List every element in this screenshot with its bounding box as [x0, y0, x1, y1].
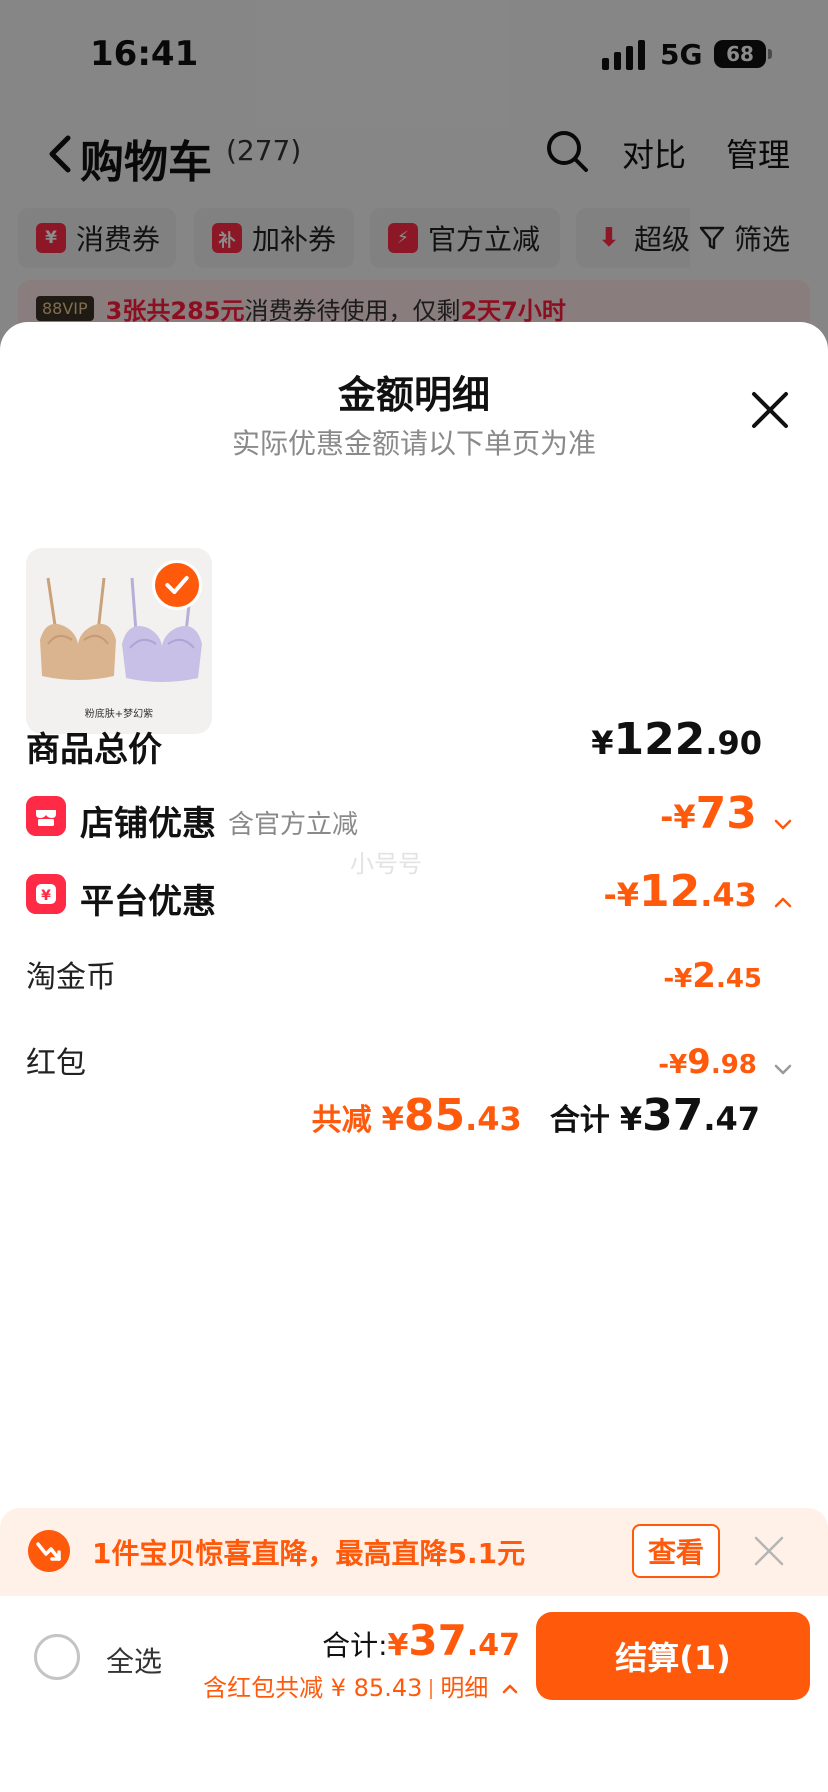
store-icon [26, 796, 66, 836]
total-currency: ¥ [619, 1100, 643, 1138]
store-discount-amount[interactable]: -¥73 [660, 788, 794, 839]
total-price-label: 商品总价 [26, 730, 162, 770]
bottom-total: 合计:¥37.47 [322, 1616, 520, 1665]
selected-check-icon[interactable] [152, 560, 202, 610]
product-variant-caption: 粉底肤+梦幻紫 [84, 709, 154, 720]
bottom-discount-detail[interactable]: 含红包共减 ¥ 85.43 明细 [203, 1668, 520, 1703]
reduce-dec: .43 [465, 1100, 522, 1138]
close-icon[interactable] [750, 390, 790, 430]
watermark: 小号号 [350, 850, 422, 878]
checkout-bar: 全选 合计:¥37.47 含红包共减 ¥ 85.43 明细 结算(1) [0, 1596, 828, 1792]
divider [430, 1679, 433, 1699]
total-dec: .47 [703, 1100, 760, 1138]
reduce-currency: ¥ [381, 1100, 404, 1138]
detail-link[interactable]: 明细 [440, 1674, 488, 1702]
tao-coin-label: 淘金币 [26, 960, 116, 995]
view-price-drop-button[interactable]: 查看 [632, 1524, 720, 1578]
platform-icon: ¥ [26, 874, 66, 914]
store-discount-sub: 含官方立减 [228, 810, 359, 840]
chevron-up-icon [774, 897, 792, 907]
price-drop-icon [28, 1530, 70, 1572]
total-int: 37 [642, 1090, 704, 1141]
summary-line: 共减 ¥ 85 .43 合计 ¥ 37 .47 [312, 1090, 760, 1150]
tao-coin-amount: -¥2.45 [663, 956, 762, 996]
sheet-title: 金额明细 [337, 373, 490, 417]
price-drop-text: 1件宝贝惊喜直降，最高直降5.1元 [92, 1537, 526, 1570]
close-icon[interactable] [752, 1534, 786, 1568]
select-all-label[interactable]: 全选 [106, 1640, 162, 1680]
store-discount-label: 店铺优惠 [80, 804, 216, 844]
red-packet-amount[interactable]: -¥9.98 [658, 1042, 794, 1082]
price-drop-banner: 1件宝贝惊喜直降，最高直降5.1元 查看 [0, 1508, 828, 1596]
platform-discount-amount[interactable]: -¥12.43 [603, 866, 794, 917]
platform-discount-label: 平台优惠 [80, 882, 216, 922]
checkout-button[interactable]: 结算(1) [536, 1612, 810, 1700]
reduce-int: 85 [403, 1090, 466, 1141]
chevron-down-icon [774, 819, 792, 829]
reduce-label: 共减 [311, 1103, 372, 1138]
total-price-amount: ¥122.90 [591, 714, 762, 765]
chevron-down-icon [774, 1064, 792, 1074]
svg-text:¥: ¥ [41, 888, 51, 904]
total-label: 合计 [549, 1103, 610, 1138]
chevron-up-icon [502, 1684, 518, 1694]
select-all-checkbox[interactable] [34, 1634, 80, 1680]
red-packet-label: 红包 [26, 1046, 86, 1081]
sheet-subtitle: 实际优惠金额请以下单页为准 [231, 427, 596, 460]
